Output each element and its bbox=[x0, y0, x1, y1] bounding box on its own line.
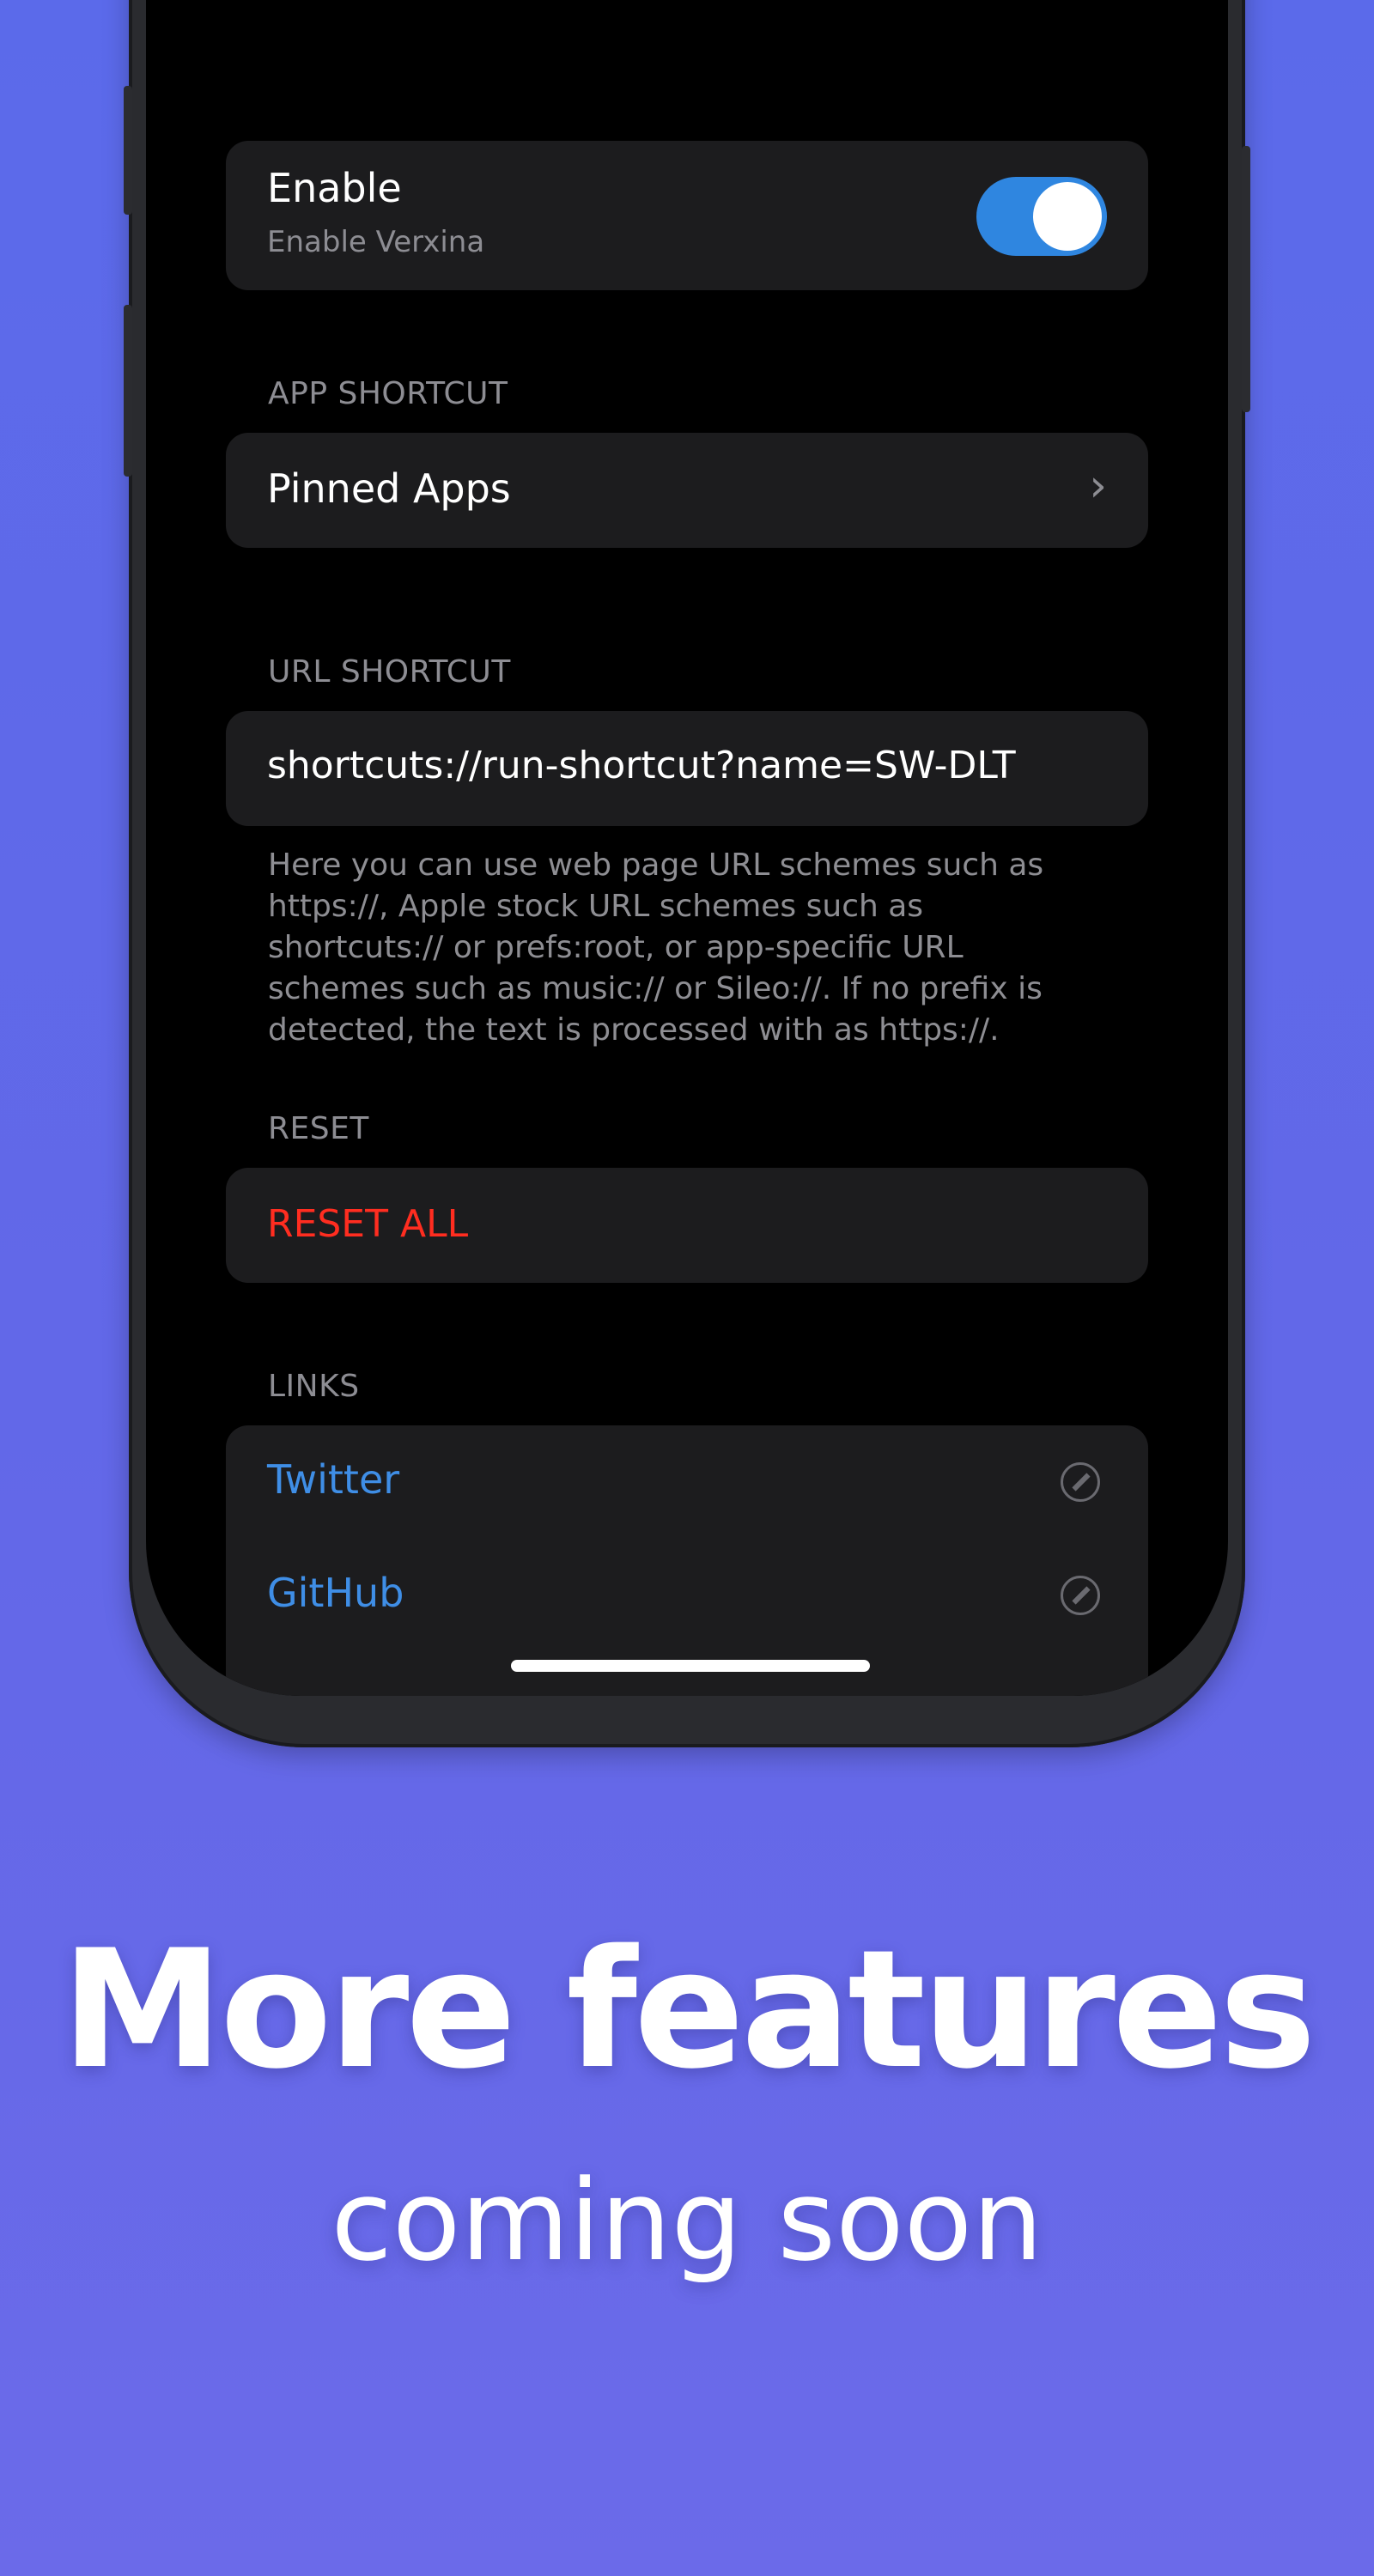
url-shortcut-description: Here you can use web page URL schemes su… bbox=[268, 848, 1044, 1048]
links-group: Twitter GitHub bbox=[226, 1425, 1148, 1696]
promo-headline: More features bbox=[61, 1915, 1316, 2105]
reset-header: RESET bbox=[268, 1111, 369, 1146]
phone-volume-button-2 bbox=[124, 305, 132, 477]
toggle-knob bbox=[1033, 182, 1102, 251]
enable-subtitle: Enable Verxina bbox=[267, 225, 485, 259]
url-shortcut-input[interactable]: shortcuts://run-shortcut?name=SW-DLT bbox=[267, 744, 1016, 787]
phone-power-button bbox=[1242, 146, 1250, 412]
link-row-twitter[interactable]: Twitter bbox=[226, 1425, 1148, 1539]
compass-icon bbox=[1061, 1462, 1100, 1502]
link-github-label: GitHub bbox=[267, 1570, 404, 1616]
enable-toggle[interactable] bbox=[976, 177, 1107, 256]
enable-title: Enable bbox=[267, 165, 402, 211]
reset-all-button[interactable]: RESET ALL bbox=[226, 1168, 1148, 1283]
url-shortcut-header: URL SHORTCUT bbox=[268, 654, 511, 690]
promo-subheadline: coming soon bbox=[331, 2155, 1043, 2286]
link-twitter-label: Twitter bbox=[267, 1456, 400, 1503]
link-row-github[interactable]: GitHub bbox=[226, 1539, 1148, 1652]
phone-screen: Enable Enable Verxina APP SHORTCUT Pinne… bbox=[146, 0, 1228, 1696]
compass-icon bbox=[1061, 1576, 1100, 1615]
enable-group: Enable Enable Verxina bbox=[226, 141, 1148, 290]
phone-volume-button-1 bbox=[124, 86, 132, 215]
links-header: LINKS bbox=[268, 1369, 360, 1404]
chevron-right-icon: › bbox=[1089, 460, 1107, 512]
pinned-apps-row[interactable]: Pinned Apps › bbox=[226, 433, 1148, 548]
url-shortcut-field-container: shortcuts://run-shortcut?name=SW-DLT bbox=[226, 711, 1148, 826]
pinned-apps-label: Pinned Apps bbox=[267, 465, 511, 512]
home-indicator[interactable] bbox=[511, 1660, 870, 1672]
app-shortcut-header: APP SHORTCUT bbox=[268, 376, 508, 411]
reset-all-label: RESET ALL bbox=[267, 1202, 469, 1246]
